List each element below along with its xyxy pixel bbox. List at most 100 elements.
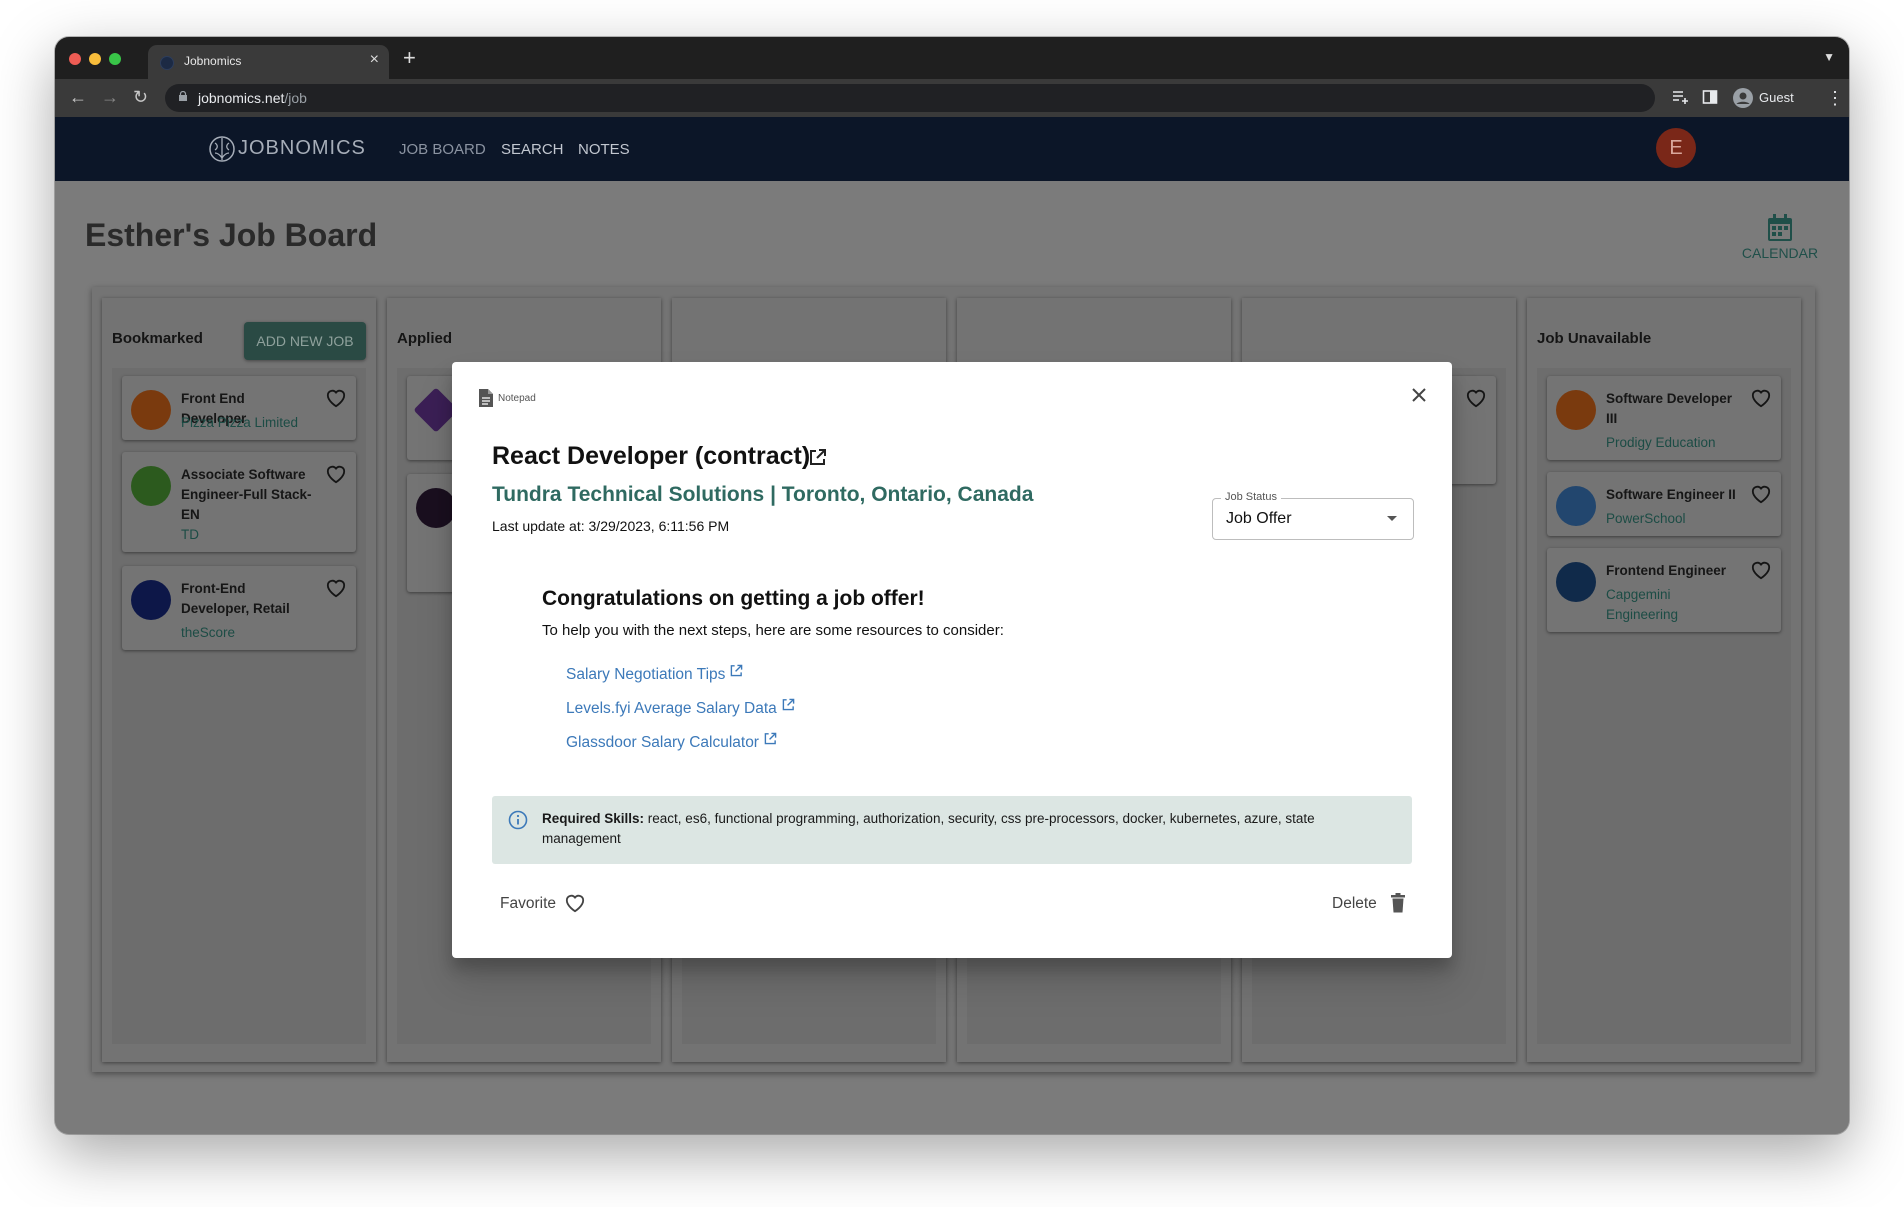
resource-link-label: Levels.fyi Average Salary Data [566, 700, 777, 717]
side-panel-icon[interactable] [1702, 89, 1718, 105]
resource-link-levels-fyi[interactable]: Levels.fyi Average Salary Data [566, 698, 795, 718]
column-title: Applied [397, 330, 452, 347]
info-icon [508, 810, 528, 830]
required-skills-alert: Required Skills: react, es6, functional … [492, 796, 1412, 864]
external-link-icon [782, 698, 795, 711]
resource-link-salary-negotiation[interactable]: Salary Negotiation Tips [566, 664, 743, 684]
page-title: Esther's Job Board [85, 217, 378, 253]
user-avatar[interactable]: E [1656, 128, 1696, 168]
calendar-label: CALENDAR [1741, 245, 1819, 261]
url-path: /job [284, 90, 307, 106]
job-detail-dialog: Notepad React Developer (contract) Tundr… [452, 362, 1452, 958]
column-title: Job Unavailable [1537, 330, 1652, 347]
company-name: theScore [181, 625, 236, 640]
browser-menu-icon[interactable]: ⋮ [1826, 88, 1844, 109]
favorite-heart-icon[interactable] [1750, 560, 1772, 580]
job-status-label: Job Status [1221, 491, 1281, 503]
favicon-icon [160, 56, 174, 70]
calendar-button[interactable]: CALENDAR [1740, 213, 1820, 263]
notepad-icon [479, 389, 493, 407]
trash-icon [1391, 893, 1405, 913]
chevron-down-icon [1387, 516, 1397, 521]
tab-search-icon[interactable]: ▼ [1823, 50, 1835, 64]
job-card[interactable]: Front End Developer Pizza Pizza Limited [122, 376, 356, 440]
profile-label: Guest [1759, 90, 1794, 105]
column-bookmarked: Bookmarked ADD NEW JOB Front End Develop… [102, 298, 376, 1062]
column-job-unavailable: Job Unavailable Software Developer III P… [1527, 298, 1801, 1062]
reading-list-icon[interactable] [1672, 89, 1688, 105]
close-window-button[interactable] [69, 53, 81, 65]
job-status-select[interactable]: Job Status Job Offer [1212, 491, 1414, 540]
favorite-heart-icon[interactable] [325, 578, 347, 598]
company-logo-icon [1556, 486, 1596, 526]
delete-button[interactable]: Delete [1332, 887, 1412, 919]
company-name: Pizza Pizza Limited [181, 415, 299, 430]
job-title: Front-End Developer, Retail [181, 581, 290, 616]
job-card[interactable]: Front-End Developer, Retail theScore [122, 566, 356, 650]
company-name: Capgemini Engineering [1606, 587, 1679, 622]
new-tab-icon[interactable]: + [403, 45, 416, 71]
favorite-heart-icon[interactable] [1750, 388, 1772, 408]
forward-icon[interactable]: → [101, 87, 119, 108]
favorite-heart-icon[interactable] [325, 464, 347, 484]
tab-close-icon[interactable]: × [370, 51, 379, 69]
external-link-icon [764, 732, 777, 745]
nav-job-board[interactable]: JOB BOARD [399, 141, 486, 158]
close-icon[interactable] [1410, 386, 1428, 404]
skills-label: Required Skills: [542, 811, 645, 826]
notepad-label: Notepad [498, 393, 536, 404]
app-header: JOBNOMICS JOB BOARD SEARCH NOTES E [55, 117, 1849, 181]
favorite-heart-icon[interactable] [1465, 388, 1487, 408]
job-status-value: Job Offer [1226, 510, 1292, 527]
congrats-heading: Congratulations on getting a job offer! [542, 587, 925, 610]
favorite-heart-icon[interactable] [1750, 484, 1772, 504]
browser-toolbar: ← → ↻ jobnomics.net/job Guest ⋮ [55, 79, 1849, 117]
page-viewport: JOBNOMICS JOB BOARD SEARCH NOTES E Esthe… [55, 117, 1849, 1134]
calendar-icon [1768, 214, 1792, 241]
back-icon[interactable]: ← [69, 87, 87, 108]
url-host: jobnomics.net [198, 90, 285, 106]
address-bar[interactable]: jobnomics.net/job [165, 84, 1655, 112]
company-logo-icon [131, 580, 171, 620]
company-logo-icon [416, 488, 456, 528]
company-logo-icon [131, 390, 171, 430]
required-skills-text: Required Skills: react, es6, functional … [542, 809, 1382, 849]
job-card[interactable]: Software Engineer II PowerSchool [1547, 472, 1781, 536]
logo-text: JOBNOMICS [238, 137, 366, 159]
skills-list: react, es6, functional programming, auth… [542, 811, 1315, 846]
job-card[interactable]: Associate Software Engineer-Full Stack-E… [122, 452, 356, 552]
company-name: TD [181, 527, 199, 542]
lock-icon [179, 91, 187, 101]
external-link-icon[interactable] [808, 447, 828, 467]
last-update: Last update at: 3/29/2023, 6:11:56 PM [492, 518, 730, 534]
company-logo-icon [1556, 562, 1596, 602]
company-location: Tundra Technical Solutions | Toronto, On… [492, 483, 1034, 506]
add-new-job-button[interactable]: ADD NEW JOB [244, 322, 366, 360]
company-name: Prodigy Education [1606, 435, 1716, 450]
job-title: Software Developer III [1606, 391, 1733, 426]
resource-link-glassdoor[interactable]: Glassdoor Salary Calculator [566, 732, 777, 752]
profile-button[interactable]: Guest [1727, 83, 1817, 113]
job-card[interactable]: Frontend Engineer Capgemini Engineering [1547, 548, 1781, 632]
help-text: To help you with the next steps, here ar… [542, 622, 1004, 639]
favorite-label: Favorite [500, 895, 556, 912]
tab-bar: Jobnomics × + ▼ [55, 37, 1849, 79]
browser-tab[interactable]: Jobnomics × [148, 45, 389, 79]
minimize-window-button[interactable] [89, 53, 101, 65]
column-list: Software Developer III Prodigy Education… [1537, 368, 1791, 1044]
delete-label: Delete [1332, 895, 1377, 912]
external-link-icon [731, 664, 743, 677]
job-title: Software Engineer II [1606, 487, 1736, 502]
resource-link-label: Salary Negotiation Tips [566, 666, 726, 683]
url-text: jobnomics.net/job [198, 90, 307, 106]
favorite-heart-icon[interactable] [325, 388, 347, 408]
column-title: Bookmarked [112, 330, 203, 347]
reload-icon[interactable]: ↻ [133, 87, 148, 108]
nav-search[interactable]: SEARCH [501, 141, 564, 158]
maximize-window-button[interactable] [109, 53, 121, 65]
heart-icon [565, 894, 585, 913]
nav-notes[interactable]: NOTES [578, 141, 630, 158]
job-card[interactable]: Software Developer III Prodigy Education [1547, 376, 1781, 460]
job-title: Frontend Engineer [1606, 563, 1727, 578]
job-title: Associate Software Engineer-Full Stack-E… [181, 467, 312, 522]
